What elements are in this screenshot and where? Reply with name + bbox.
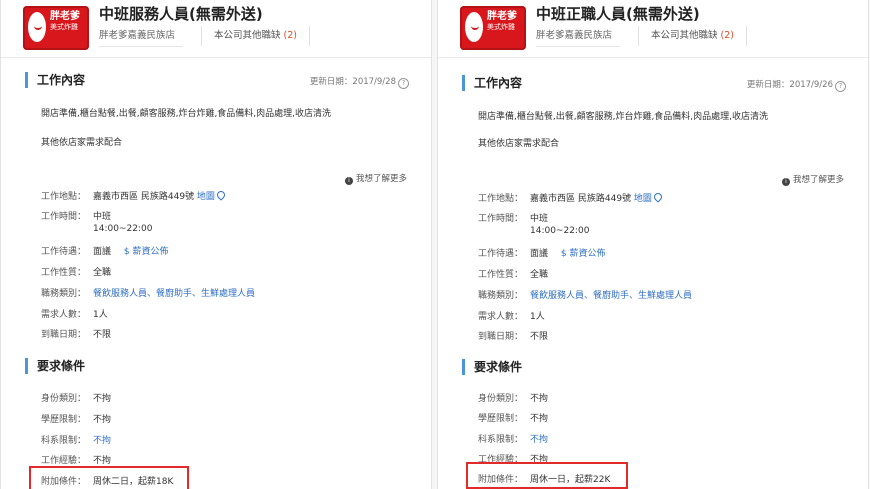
- detail-value-hours: 14:00~22:00: [93, 224, 153, 234]
- detail-value-salary: 面議 $ 薪資公佈: [93, 247, 169, 257]
- info-icon: i: [344, 177, 353, 185]
- job-header: 胖老爹 美式炸雞 中班服務人員(無需外送) 胖老爹嘉義民族店 本公司其他職缺 (…: [1, 0, 431, 58]
- salary-public-link[interactable]: $ 薪資公佈: [561, 249, 606, 259]
- info-icon: i: [781, 178, 790, 186]
- detail-label-type: 工作性質：: [41, 268, 87, 278]
- company-name-link[interactable]: 胖老爹嘉義民族店: [99, 26, 184, 47]
- detail-value-shift: 中班: [530, 214, 549, 224]
- logo-text-main: 胖老爹: [487, 11, 517, 22]
- company-name-link[interactable]: 胖老爹嘉義民族店: [536, 26, 621, 47]
- req-value-education: 不拘: [93, 415, 112, 425]
- logo-text-sub: 美式炸雞: [50, 23, 78, 31]
- other-jobs-link[interactable]: 本公司其他職缺 (2): [201, 26, 311, 46]
- other-jobs-label: 本公司其他職缺: [651, 30, 718, 41]
- detail-value-salary: 面議 $ 薪資公佈: [530, 249, 606, 259]
- detail-label-start-date: 到職日期：: [41, 330, 87, 340]
- job-description-line1: 開店準備,櫃台點餐,出餐,顧客服務,炸台炸雞,食品備料,肉品處理,收店清洗: [41, 109, 332, 119]
- detail-value-start-date: 不限: [530, 332, 549, 342]
- detail-value-start-date: 不限: [93, 330, 112, 340]
- job-panel-left: 胖老爹 美式炸雞 中班服務人員(無需外送) 胖老爹嘉義民族店 本公司其他職缺 (…: [0, 0, 432, 489]
- job-description-line2: 其他依店家需求配合: [41, 138, 123, 148]
- detail-label-headcount: 需求人數：: [478, 312, 524, 322]
- salary-public-link[interactable]: $ 薪資公佈: [124, 247, 169, 257]
- update-date: 更新日期：2017/9/26?: [747, 78, 846, 92]
- learn-more-link[interactable]: i 我想了解更多: [781, 173, 844, 186]
- detail-label-salary: 工作待遇：: [41, 247, 87, 257]
- help-icon[interactable]: ?: [835, 81, 846, 92]
- req-value-major-link[interactable]: 不拘: [530, 432, 548, 445]
- logo-text-sub: 美式炸雞: [487, 23, 515, 31]
- section-title-work: 工作內容: [25, 72, 85, 88]
- help-icon[interactable]: ?: [398, 78, 409, 89]
- section-title-requirements: 要求條件: [25, 358, 85, 374]
- req-value-education: 不拘: [530, 414, 549, 424]
- map-link[interactable]: 地圖: [197, 189, 227, 202]
- company-logo[interactable]: 胖老爹 美式炸雞: [460, 6, 526, 50]
- job-category-link[interactable]: 餐飲服務人員、餐廚助手、生鮮處理人員: [530, 288, 692, 301]
- req-label-experience: 工作經驗：: [41, 456, 87, 466]
- req-label-major: 科系限制：: [41, 436, 87, 446]
- req-label-identity: 身份類別：: [478, 394, 524, 404]
- other-jobs-link[interactable]: 本公司其他職缺 (2): [638, 26, 748, 46]
- req-label-identity: 身份類別：: [41, 394, 87, 404]
- detail-value-headcount: 1人: [93, 310, 108, 320]
- detail-value-headcount: 1人: [530, 312, 545, 322]
- detail-label-location: 工作地點：: [41, 192, 87, 202]
- req-value-identity: 不拘: [530, 394, 549, 404]
- detail-value-location: 嘉義市西區 民族路449號 地圖: [93, 189, 227, 202]
- job-title: 中班正職人員(無需外送): [536, 5, 700, 23]
- detail-value-type: 全職: [93, 268, 112, 278]
- req-value-experience: 不拘: [93, 456, 112, 466]
- learn-more-link[interactable]: i 我想了解更多: [344, 172, 407, 185]
- job-description-line2: 其他依店家需求配合: [478, 139, 560, 149]
- detail-label-start-date: 到職日期：: [478, 332, 524, 342]
- mascot-icon: [26, 10, 48, 44]
- update-date: 更新日期：2017/9/28?: [310, 75, 409, 89]
- detail-label-hours: 工作時間：: [41, 212, 87, 222]
- req-value-identity: 不拘: [93, 394, 112, 404]
- company-logo[interactable]: 胖老爹 美式炸雞: [23, 6, 89, 50]
- mascot-icon: [463, 10, 485, 44]
- detail-label-category: 職務類別：: [478, 291, 524, 301]
- other-jobs-label: 本公司其他職缺: [214, 30, 281, 41]
- map-pin-icon: [652, 191, 664, 203]
- job-category-link[interactable]: 餐飲服務人員、餐廚助手、生鮮處理人員: [93, 286, 255, 299]
- highlight-box: [29, 466, 189, 489]
- map-link[interactable]: 地圖: [634, 191, 664, 204]
- detail-label-category: 職務類別：: [41, 289, 87, 299]
- map-pin-icon: [215, 189, 227, 201]
- detail-label-location: 工作地點：: [478, 194, 524, 204]
- detail-label-salary: 工作待遇：: [478, 249, 524, 259]
- detail-value-hours: 14:00~22:00: [530, 226, 590, 236]
- req-label-education: 學歷限制：: [478, 414, 524, 424]
- detail-label-hours: 工作時間：: [478, 214, 524, 224]
- detail-value-location: 嘉義市西區 民族路449號 地圖: [530, 191, 664, 204]
- logo-text-main: 胖老爹: [50, 11, 80, 22]
- req-value-major-link[interactable]: 不拘: [93, 433, 111, 446]
- job-title: 中班服務人員(無需外送): [99, 5, 263, 23]
- section-title-requirements: 要求條件: [462, 359, 522, 375]
- job-panel-right: 胖老爹 美式炸雞 中班正職人員(無需外送) 胖老爹嘉義民族店 本公司其他職缺 (…: [437, 0, 869, 489]
- job-header: 胖老爹 美式炸雞 中班正職人員(無需外送) 胖老爹嘉義民族店 本公司其他職缺 (…: [438, 0, 868, 58]
- detail-label-type: 工作性質：: [478, 270, 524, 280]
- req-label-major: 科系限制：: [478, 435, 524, 445]
- highlight-box: [466, 462, 628, 489]
- detail-value-type: 全職: [530, 270, 549, 280]
- req-label-education: 學歷限制：: [41, 415, 87, 425]
- section-title-work: 工作內容: [462, 75, 522, 91]
- job-description-line1: 開店準備,櫃台點餐,出餐,顧客服務,炸台炸雞,食品備料,肉品處理,收店清洗: [478, 112, 769, 122]
- detail-value-shift: 中班: [93, 212, 112, 222]
- other-jobs-count: (2): [283, 30, 298, 41]
- other-jobs-count: (2): [720, 30, 735, 41]
- detail-label-headcount: 需求人數：: [41, 310, 87, 320]
